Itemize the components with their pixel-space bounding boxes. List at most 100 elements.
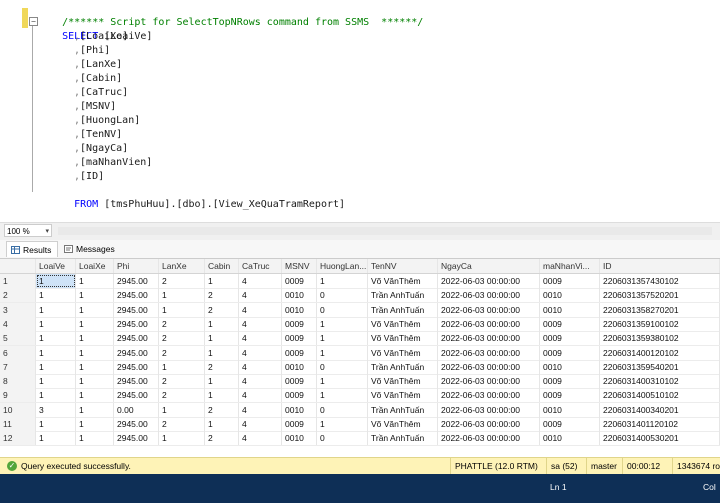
table-cell[interactable]: 2 [205,359,239,374]
table-cell[interactable]: 1 [205,417,239,431]
row-number[interactable]: 1 [0,274,36,288]
table-cell[interactable]: 2206031400510102 [600,388,720,403]
table-cell[interactable]: 2206031357520201 [600,288,720,303]
table-cell[interactable]: 4 [239,274,282,288]
table-cell[interactable]: 2945.00 [114,374,159,389]
table-cell[interactable]: Trần AnhTuấn [368,402,438,417]
table-cell[interactable]: 2022-06-03 00:00:00 [438,274,540,288]
table-cell[interactable]: 4 [239,302,282,317]
table-cell[interactable]: 3 [36,402,76,417]
table-cell[interactable]: 2206031357430102 [600,274,720,288]
tab-messages[interactable]: Messages [60,241,126,257]
query-editor[interactable]: − /****** Script for SelectTopNRows comm… [0,0,720,222]
table-cell[interactable]: Võ VănThêm [368,345,438,360]
row-number[interactable]: 6 [0,345,36,360]
table-cell[interactable]: 0010 [540,359,600,374]
row-number[interactable]: 7 [0,359,36,374]
table-cell[interactable]: 2022-06-03 00:00:00 [438,431,540,446]
table-row[interactable]: 5 1 1 2945.00 2 1 4 0009 1 Võ VănThêm 2022-06-03 0… [0,331,720,347]
column-header[interactable]: LoaiVe [36,259,76,273]
table-cell[interactable]: 4 [239,359,282,374]
table-cell[interactable]: 1 [76,374,114,389]
table-cell[interactable]: 1 [205,374,239,389]
table-cell[interactable]: 2206031358270201 [600,302,720,317]
table-cell[interactable]: 1 [36,417,76,431]
column-header[interactable]: ID [600,259,720,273]
table-cell[interactable]: 2 [159,316,205,331]
table-cell[interactable]: 0010 [540,288,600,303]
table-cell[interactable]: 1 [317,331,368,346]
table-cell[interactable]: 2206031359540201 [600,359,720,374]
table-cell[interactable]: 1 [76,288,114,303]
row-number[interactable]: 9 [0,388,36,403]
table-cell[interactable]: 2 [159,417,205,431]
table-cell[interactable]: 1 [76,431,114,446]
table-cell[interactable]: 1 [205,331,239,346]
table-cell[interactable]: 0009 [540,274,600,288]
table-cell[interactable]: 2022-06-03 00:00:00 [438,288,540,303]
row-number[interactable]: 3 [0,302,36,317]
column-header[interactable]: LoaiXe [76,259,114,273]
table-cell[interactable]: Trần AnhTuấn [368,302,438,317]
table-cell[interactable]: 0010 [540,302,600,317]
table-cell[interactable]: Võ VănThêm [368,331,438,346]
table-cell[interactable]: 4 [239,431,282,446]
table-cell[interactable]: 1 [159,402,205,417]
table-cell[interactable]: 2206031401120102 [600,417,720,431]
table-cell[interactable]: 0010 [282,302,317,317]
table-cell[interactable]: 2206031400340201 [600,402,720,417]
table-cell[interactable]: 4 [239,288,282,303]
table-cell[interactable]: 0010 [540,402,600,417]
table-cell[interactable]: 0009 [540,316,600,331]
table-cell[interactable]: Võ VănThêm [368,417,438,431]
table-cell[interactable]: 0 [317,359,368,374]
table-cell[interactable]: 1 [159,302,205,317]
table-cell[interactable]: 2 [205,288,239,303]
table-cell[interactable]: 2945.00 [114,274,159,288]
table-cell[interactable]: 2022-06-03 00:00:00 [438,316,540,331]
table-cell[interactable]: 4 [239,345,282,360]
table-row[interactable]: 8 1 1 2945.00 2 1 4 0009 1 Võ VănThêm 2022-06-03 0… [0,374,720,390]
row-number[interactable]: 4 [0,316,36,331]
row-number[interactable]: 8 [0,374,36,389]
table-cell[interactable]: Võ VănThêm [368,374,438,389]
row-number[interactable]: 12 [0,431,36,446]
table-cell[interactable]: 1 [76,331,114,346]
table-row[interactable]: 3 1 1 2945.00 1 2 4 0010 0 Trần AnhTuấn 2022-06-03… [0,302,720,318]
table-cell[interactable]: 2945.00 [114,431,159,446]
table-cell[interactable]: 1 [76,274,114,288]
table-cell[interactable]: 0009 [540,345,600,360]
column-header[interactable]: Phi [114,259,159,273]
table-cell[interactable]: 1 [76,359,114,374]
table-row[interactable]: 2 1 1 2945.00 1 2 4 0010 0 Trần AnhTuấn 2022-06-03… [0,288,720,304]
table-cell[interactable]: 2022-06-03 00:00:00 [438,302,540,317]
table-cell[interactable]: 1 [317,417,368,431]
row-number[interactable]: 10 [0,402,36,417]
table-cell[interactable]: 2022-06-03 00:00:00 [438,345,540,360]
table-cell[interactable]: 1 [317,388,368,403]
table-cell[interactable]: 0 [317,302,368,317]
table-cell[interactable]: 0009 [540,374,600,389]
column-header[interactable]: maNhanVi... [540,259,600,273]
table-cell[interactable]: 2 [159,374,205,389]
table-cell[interactable]: 2206031400120102 [600,345,720,360]
table-cell[interactable]: 0009 [282,274,317,288]
zoom-select[interactable]: 100 % ▾ [4,224,52,237]
table-cell[interactable]: 0010 [282,359,317,374]
table-cell[interactable]: 2 [159,274,205,288]
table-cell[interactable]: 2 [159,345,205,360]
table-cell[interactable]: 2 [205,431,239,446]
table-cell[interactable]: 0010 [282,431,317,446]
table-cell[interactable]: 0010 [282,288,317,303]
table-cell[interactable]: 2945.00 [114,316,159,331]
table-cell[interactable]: 1 [36,359,76,374]
table-cell[interactable]: 2 [205,402,239,417]
table-cell[interactable]: 0009 [282,331,317,346]
table-cell[interactable]: 1 [36,388,76,403]
table-cell[interactable]: 1 [36,316,76,331]
table-cell[interactable]: 2206031400310102 [600,374,720,389]
table-cell[interactable]: 1 [36,331,76,346]
table-cell[interactable]: 2206031359380102 [600,331,720,346]
table-cell[interactable]: 1 [36,274,76,288]
table-cell[interactable]: 0009 [282,388,317,403]
